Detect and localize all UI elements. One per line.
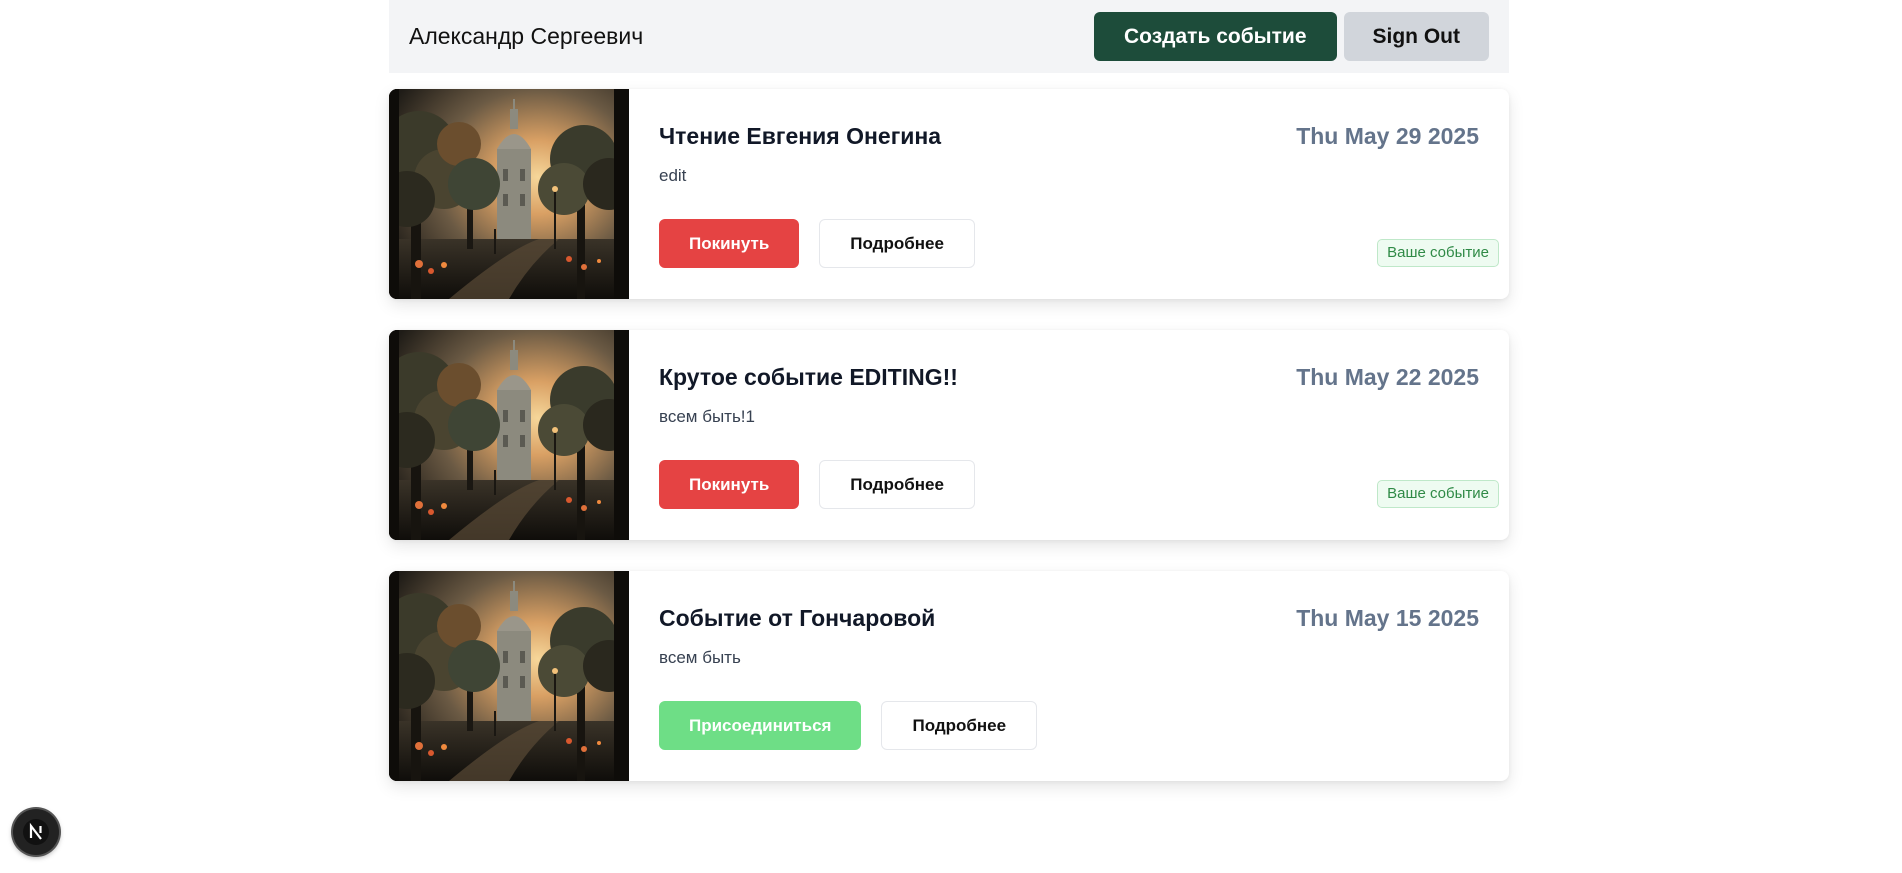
event-card-body: Событие от Гончаровой Thu May 15 2025 вс… [629,571,1509,781]
own-event-badge: Ваше событие [1377,480,1499,508]
leave-button[interactable]: Покинуть [659,460,800,509]
nextjs-logo-icon[interactable] [13,809,59,855]
sign-out-button[interactable]: Sign Out [1343,12,1489,61]
event-description: всем быть!1 [659,407,755,426]
nextjs-n-glyph [23,819,49,845]
event-card: Событие от Гончаровой Thu May 15 2025 вс… [389,571,1509,781]
details-button[interactable]: Подробнее [819,460,975,509]
event-title: Чтение Евгения Онегина [659,123,942,149]
main-container: Александр Сергеевич Создать событие Sign… [389,0,1509,781]
event-image [389,89,629,299]
page: Александр Сергеевич Создать событие Sign… [0,0,1902,873]
event-card: Чтение Евгения Онегина Thu May 29 2025 e… [389,89,1509,299]
event-description: всем быть [659,648,741,667]
event-date: Thu May 22 2025 [1296,364,1479,390]
details-button[interactable]: Подробнее [819,219,975,268]
event-actions: Покинуть Подробнее [659,219,975,268]
event-card-body: Чтение Евгения Онегина Thu May 29 2025 e… [629,89,1509,299]
event-title: Событие от Гончаровой [659,605,936,631]
event-actions: Покинуть Подробнее [659,460,975,509]
header-actions: Создать событие Sign Out [1094,12,1489,61]
event-actions: Присоединиться Подробнее [659,701,1038,750]
event-title: Крутое событие EDITING!! [659,364,958,390]
event-card-body: Крутое событие EDITING!! Thu May 22 2025… [629,330,1509,540]
leave-button[interactable]: Покинуть [659,219,800,268]
event-date: Thu May 29 2025 [1296,123,1479,149]
event-description: edit [659,166,687,185]
event-card: Крутое событие EDITING!! Thu May 22 2025… [389,330,1509,540]
top-header: Александр Сергеевич Создать событие Sign… [389,0,1509,73]
event-image [389,330,629,540]
user-name: Александр Сергеевич [409,23,644,49]
details-button[interactable]: Подробнее [881,701,1038,750]
event-image [389,571,629,781]
own-event-badge: Ваше событие [1377,239,1499,267]
create-event-button[interactable]: Создать событие [1094,12,1337,61]
join-button[interactable]: Присоединиться [659,701,862,750]
event-date: Thu May 15 2025 [1296,605,1479,631]
